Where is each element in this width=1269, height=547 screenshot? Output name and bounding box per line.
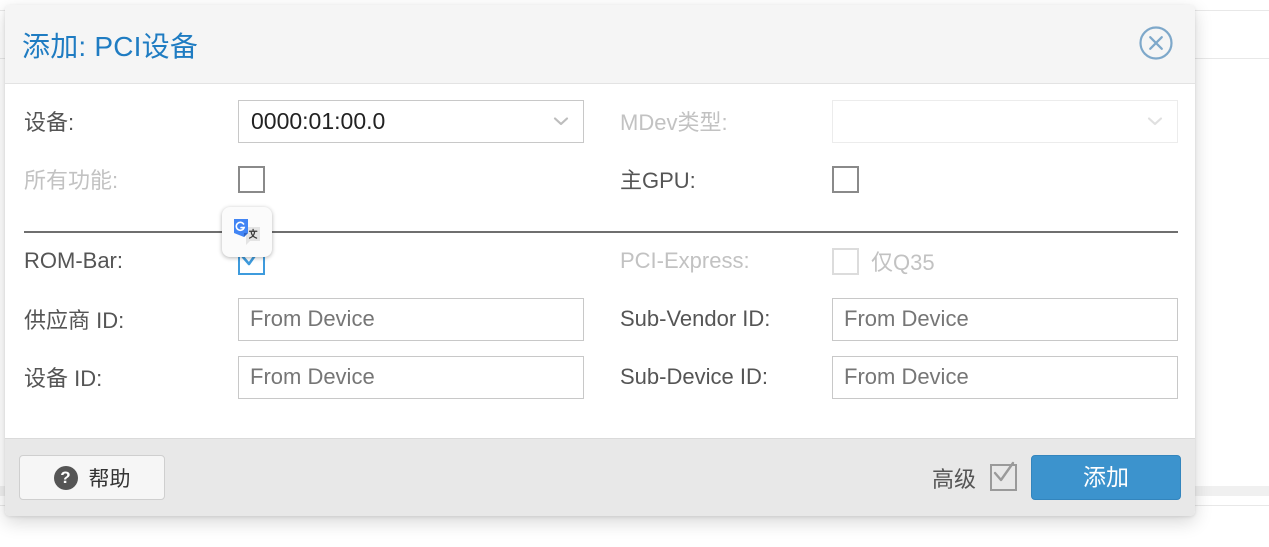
field-label-all-functions: 所有功能:: [24, 168, 119, 193]
form-row-rom-bar: ROM-Bar: PCI-Express: 仅Q35: [5, 232, 1195, 290]
field-sub-device-id: Sub-Device ID:: [620, 355, 1195, 399]
field-rom-bar: ROM-Bar:: [24, 245, 604, 275]
form-row-all-functions: 所有功能: 主GPU:: [5, 150, 1195, 208]
field-label-device-id: 设备 ID:: [24, 366, 103, 391]
dialog-header: 添加: PCI设备: [5, 5, 1195, 84]
close-icon[interactable]: [1138, 25, 1174, 61]
advanced-checkbox[interactable]: [990, 461, 1017, 491]
add-pci-device-dialog: 添加: PCI设备 设备: 0000:01:00.0 MDev类型: 所有功能:…: [5, 5, 1195, 516]
mdev-type-select[interactable]: [832, 99, 1178, 143]
form-row-device-id: 设备 ID: Sub-Device ID:: [5, 348, 1195, 406]
form-row-vendor-id: 供应商 ID: Sub-Vendor ID:: [5, 290, 1195, 348]
chevron-down-icon: [1145, 111, 1165, 131]
help-button-label: 帮助: [88, 467, 131, 491]
google-translate-icon[interactable]: [222, 207, 272, 257]
pci-express-suffix: 仅Q35: [871, 250, 935, 275]
checkmark-icon: [989, 459, 1018, 488]
field-pci-express: PCI-Express: 仅Q35: [620, 245, 1195, 277]
dialog-body: 设备: 0000:01:00.0 MDev类型: 所有功能: 主GPU: ROM…: [5, 84, 1195, 438]
add-button[interactable]: 添加: [1031, 455, 1181, 500]
field-sub-vendor-id: Sub-Vendor ID:: [620, 297, 1195, 341]
device-select[interactable]: 0000:01:00.0: [238, 99, 584, 143]
field-label-sub-device-id: Sub-Device ID:: [620, 364, 768, 389]
form-row-device: 设备: 0000:01:00.0 MDev类型:: [5, 92, 1195, 150]
field-label-pci-express: PCI-Express:: [620, 248, 750, 273]
field-label-device: 设备:: [24, 110, 75, 135]
sub-vendor-id-input[interactable]: [832, 297, 1178, 341]
field-vendor-id: 供应商 ID:: [24, 297, 604, 341]
field-label-primary-gpu: 主GPU:: [620, 168, 696, 193]
device-select-value: 0000:01:00.0: [251, 107, 386, 134]
dialog-footer: ? 帮助 高级 添加: [5, 438, 1195, 516]
primary-gpu-checkbox[interactable]: [832, 165, 859, 193]
field-primary-gpu: 主GPU:: [620, 163, 1195, 195]
field-label-rom-bar: ROM-Bar:: [24, 248, 123, 273]
advanced-label: 高级: [931, 466, 976, 492]
field-all-functions: 所有功能:: [24, 163, 604, 195]
footer-actions: 高级 添加: [932, 455, 1181, 500]
field-mdev-type: MDev类型:: [620, 99, 1195, 143]
field-label-mdev-type: MDev类型:: [620, 110, 728, 135]
pci-express-checkbox[interactable]: [832, 247, 859, 275]
field-device: 设备: 0000:01:00.0: [24, 99, 604, 143]
question-mark-icon: ?: [53, 465, 78, 490]
help-button[interactable]: ? 帮助: [19, 455, 165, 500]
field-label-sub-vendor-id: Sub-Vendor ID:: [620, 306, 771, 331]
vendor-id-input[interactable]: [238, 297, 584, 341]
chevron-down-icon: [551, 111, 571, 131]
device-id-input[interactable]: [238, 355, 584, 399]
field-device-id: 设备 ID:: [24, 355, 604, 399]
dialog-title: 添加: PCI设备: [22, 31, 199, 62]
sub-device-id-input[interactable]: [832, 355, 1178, 399]
field-label-vendor-id: 供应商 ID:: [24, 308, 125, 333]
all-functions-checkbox[interactable]: [238, 165, 265, 193]
